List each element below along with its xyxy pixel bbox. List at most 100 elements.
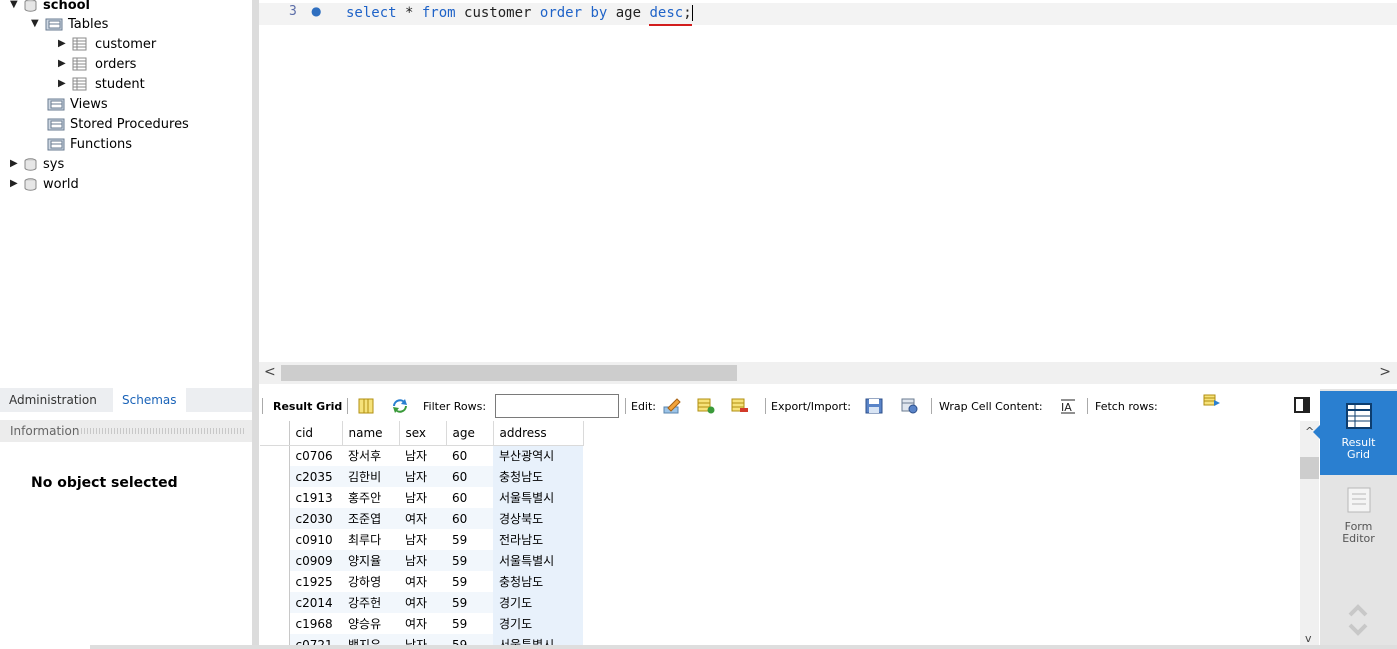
expand-down-icon[interactable]: ▼ — [10, 0, 20, 10]
expand-right-icon[interactable]: ▶ — [58, 39, 68, 49]
tree-table-customer[interactable]: ▶ customer — [58, 34, 156, 54]
cell-age[interactable]: 59 — [446, 550, 493, 571]
scrollbar-thumb[interactable] — [1300, 457, 1319, 479]
cell-name[interactable]: 강하영 — [342, 571, 399, 592]
table-row[interactable]: c2035 김한비 남자 60 충청남도 — [260, 466, 583, 487]
cell-cid[interactable]: c0910 — [289, 529, 342, 550]
scroll-down-icon[interactable]: v — [1305, 632, 1312, 645]
tab-schemas[interactable]: Schemas — [113, 388, 186, 412]
tree-table-orders[interactable]: ▶ orders — [58, 54, 136, 74]
row-gutter[interactable] — [260, 571, 290, 592]
delete-row-icon[interactable] — [731, 398, 749, 414]
expand-down-icon[interactable]: ▼ — [31, 19, 41, 29]
scroll-right-icon[interactable]: > — [1379, 364, 1391, 380]
scroll-left-icon[interactable]: < — [264, 364, 276, 380]
cell-cid[interactable]: c0706 — [289, 445, 342, 466]
editor-horizontal-scrollbar[interactable]: < > — [259, 362, 1397, 384]
tree-views[interactable]: Views — [47, 94, 108, 114]
wrap-text-icon[interactable]: IA — [1059, 398, 1077, 414]
schema-sys[interactable]: ▶ sys — [10, 154, 64, 174]
column-header-cid[interactable]: cid — [289, 421, 343, 446]
cell-address[interactable]: 충청남도 — [493, 571, 583, 592]
cell-age[interactable]: 59 — [446, 592, 493, 613]
cell-cid[interactable]: c2030 — [289, 508, 342, 529]
cell-address[interactable]: 경기도 — [493, 592, 583, 613]
sidebar-splitter[interactable] — [252, 0, 259, 649]
row-gutter[interactable] — [260, 487, 290, 508]
export-icon[interactable] — [865, 398, 883, 414]
row-gutter[interactable] — [260, 445, 290, 466]
tree-functions[interactable]: Functions — [47, 134, 132, 154]
switcher-scroll-icon[interactable] — [1346, 599, 1370, 639]
cell-cid[interactable]: c0909 — [289, 550, 342, 571]
row-gutter[interactable] — [260, 466, 290, 487]
cell-name[interactable]: 양승유 — [342, 613, 399, 634]
cell-sex[interactable]: 남자 — [399, 529, 446, 550]
cell-name[interactable]: 홍주안 — [342, 487, 399, 508]
tree-stored-procedures[interactable]: Stored Procedures — [47, 114, 189, 134]
row-gutter[interactable] — [260, 529, 290, 550]
toggle-side-panel-icon[interactable] — [1294, 397, 1310, 413]
cell-name[interactable]: 강주헌 — [342, 592, 399, 613]
fetch-next-rows-icon[interactable] — [1203, 394, 1221, 410]
tab-administration[interactable]: Administration — [0, 388, 113, 412]
table-row[interactable]: c1925 강하영 여자 59 충청남도 — [260, 571, 583, 592]
cell-age[interactable]: 60 — [446, 508, 493, 529]
row-gutter[interactable] — [260, 613, 290, 634]
cell-name[interactable]: 조준엽 — [342, 508, 399, 529]
column-header-address[interactable]: address — [493, 421, 584, 446]
cell-sex[interactable]: 여자 — [399, 571, 446, 592]
cell-sex[interactable]: 남자 — [399, 487, 446, 508]
cell-name[interactable]: 장서후 — [342, 445, 399, 466]
cell-address[interactable]: 전라남도 — [493, 529, 583, 550]
cell-address[interactable]: 서울특별시 — [493, 550, 583, 571]
cell-address[interactable]: 충청남도 — [493, 466, 583, 487]
sql-editor[interactable]: 3 ● select * from customer order by age … — [259, 0, 1397, 362]
filter-rows-input[interactable] — [495, 394, 619, 418]
refresh-icon[interactable] — [391, 398, 409, 414]
cell-cid[interactable]: c1968 — [289, 613, 342, 634]
cell-name[interactable]: 최루다 — [342, 529, 399, 550]
cell-sex[interactable]: 여자 — [399, 613, 446, 634]
tree-tables[interactable]: ▼ Tables — [31, 14, 108, 34]
cell-age[interactable]: 59 — [446, 571, 493, 592]
cell-address[interactable]: 부산광역시 — [493, 445, 583, 466]
cell-cid[interactable]: c2014 — [289, 592, 342, 613]
cell-name[interactable]: 양지율 — [342, 550, 399, 571]
scrollbar-thumb[interactable] — [281, 365, 737, 381]
cell-age[interactable]: 59 — [446, 613, 493, 634]
tree-table-student[interactable]: ▶ student — [58, 74, 145, 94]
table-row[interactable]: c1968 양승유 여자 59 경기도 — [260, 613, 583, 634]
cell-address[interactable]: 경기도 — [493, 613, 583, 634]
edit-pencil-icon[interactable] — [663, 398, 681, 414]
cell-cid[interactable]: c1913 — [289, 487, 342, 508]
cell-sex[interactable]: 남자 — [399, 445, 446, 466]
column-header-sex[interactable]: sex — [399, 421, 447, 446]
table-row[interactable]: c0909 양지율 남자 59 서울특별시 — [260, 550, 583, 571]
schema-world[interactable]: ▶ world — [10, 174, 79, 194]
table-row[interactable]: c1913 홍주안 남자 60 서울특별시 — [260, 487, 583, 508]
row-gutter[interactable] — [260, 550, 290, 571]
cell-sex[interactable]: 남자 — [399, 550, 446, 571]
table-row[interactable]: c2030 조준엽 여자 60 경상북도 — [260, 508, 583, 529]
code-line[interactable]: select * from customer order by age desc… — [346, 3, 693, 23]
expand-right-icon[interactable]: ▶ — [10, 179, 20, 189]
column-header-age[interactable]: age — [446, 421, 494, 446]
cell-sex[interactable]: 여자 — [399, 592, 446, 613]
cell-address[interactable]: 경상북도 — [493, 508, 583, 529]
row-gutter[interactable] — [260, 592, 290, 613]
expand-right-icon[interactable]: ▶ — [58, 59, 68, 69]
row-gutter[interactable] — [260, 508, 290, 529]
cell-sex[interactable]: 남자 — [399, 466, 446, 487]
grid-columns-icon[interactable] — [357, 398, 375, 414]
add-row-icon[interactable] — [697, 398, 715, 414]
cell-age[interactable]: 59 — [446, 529, 493, 550]
schema-school[interactable]: ▼ school — [10, 0, 90, 15]
form-editor-view-button[interactable]: Form Editor — [1320, 479, 1397, 559]
column-header-name[interactable]: name — [342, 421, 400, 446]
cell-age[interactable]: 60 — [446, 466, 493, 487]
result-grid[interactable]: cid name sex age address c0706 장서후 남자 60… — [260, 421, 1300, 649]
cell-cid[interactable]: c1925 — [289, 571, 342, 592]
cell-sex[interactable]: 여자 — [399, 508, 446, 529]
import-icon[interactable] — [901, 398, 919, 414]
